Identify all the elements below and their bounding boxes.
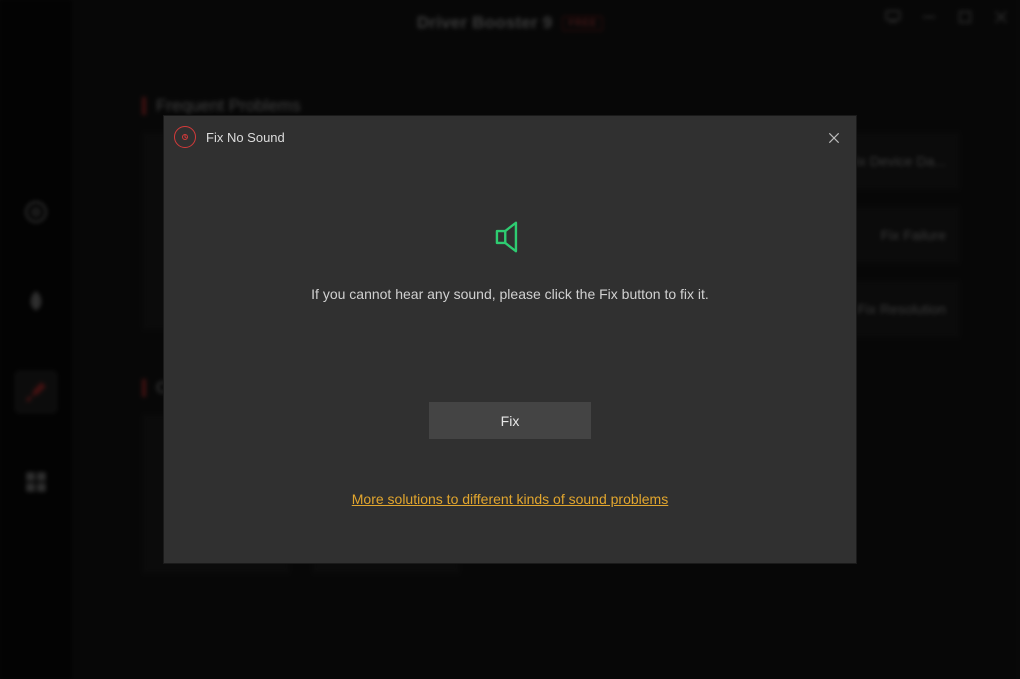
- speaker-icon: [491, 218, 529, 256]
- close-icon: [827, 131, 841, 145]
- modal-message: If you cannot hear any sound, please cli…: [311, 286, 709, 302]
- modal-close-button[interactable]: [822, 126, 846, 150]
- modal-header: Fix No Sound: [174, 126, 285, 148]
- more-solutions-link[interactable]: More solutions to different kinds of sou…: [352, 491, 668, 507]
- fix-button[interactable]: Fix: [429, 402, 591, 439]
- fix-no-sound-dialog: Fix No Sound If you cannot hear any soun…: [164, 116, 856, 563]
- modal-body: If you cannot hear any sound, please cli…: [164, 208, 856, 563]
- app-logo-icon: [174, 126, 196, 148]
- modal-title: Fix No Sound: [206, 130, 285, 145]
